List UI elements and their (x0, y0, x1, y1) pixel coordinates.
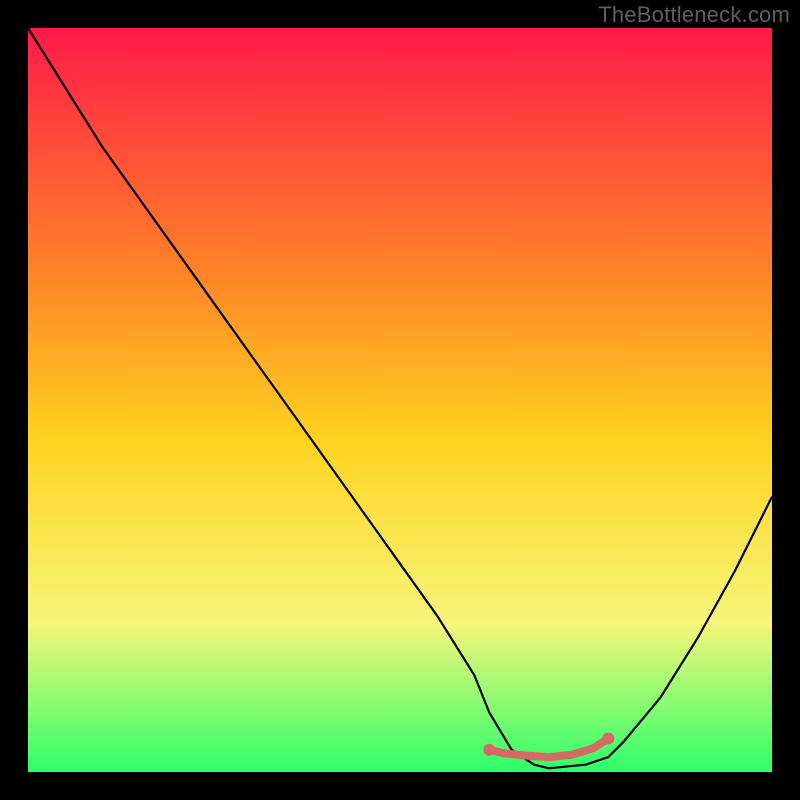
gradient-background (28, 28, 772, 772)
optimal-range-dot (602, 733, 614, 745)
bottleneck-chart (28, 28, 772, 772)
plot-area (28, 28, 772, 772)
watermark-text: TheBottleneck.com (598, 2, 790, 28)
chart-frame: TheBottleneck.com (0, 0, 800, 800)
optimal-range-dot (483, 744, 495, 756)
